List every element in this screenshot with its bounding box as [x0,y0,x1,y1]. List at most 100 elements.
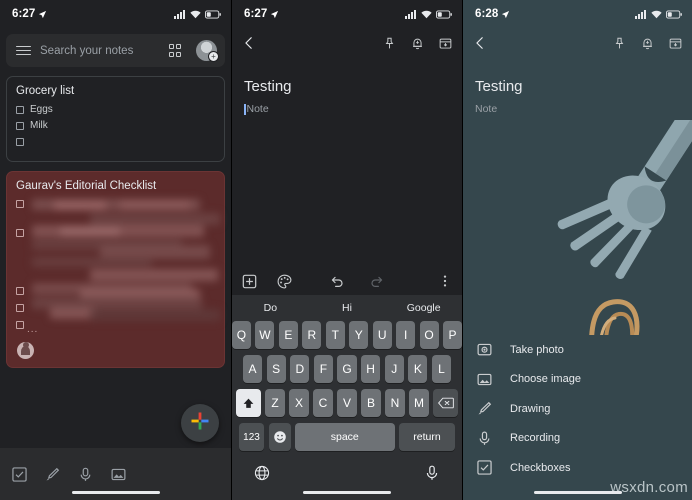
wifi-icon [190,10,201,19]
search-input[interactable]: Search your notes [40,45,160,57]
checkbox-icon[interactable] [16,137,24,146]
note-card-grocery[interactable]: Grocery list Eggs Milk [6,76,225,162]
checkbox-icon[interactable] [16,199,24,208]
pin-icon[interactable] [383,37,396,50]
account-avatar-icon[interactable]: + [196,40,219,62]
signal-bars-icon [174,9,186,19]
menu-item-choose-image[interactable]: Choose image [463,365,692,395]
shift-key-icon[interactable] [235,389,261,417]
checkbox-icon [477,460,492,475]
archive-icon[interactable] [669,37,682,50]
status-bar: 6:27 [0,0,231,28]
status-time-group: 6:27 [244,8,279,20]
key-g[interactable]: G [337,355,357,383]
voice-input-icon[interactable] [424,465,440,481]
checklist-item[interactable] [16,198,24,209]
overflow-menu-icon[interactable] [438,274,452,288]
checkbox-icon[interactable] [16,286,24,295]
checklist-item[interactable] [16,136,215,147]
key-i[interactable]: I [396,321,416,349]
brush-icon [477,401,492,416]
key-j[interactable]: J [384,355,404,383]
key-p[interactable]: P [443,321,462,349]
key-h[interactable]: H [361,355,381,383]
hamburger-menu-icon[interactable] [16,45,31,56]
key-v[interactable]: V [337,389,357,417]
numbers-key[interactable]: 123 [239,423,264,451]
reminder-bell-icon[interactable] [411,37,424,50]
suggestion-0[interactable]: Do [232,302,309,314]
note-title: Gaurav's Editorial Checklist [16,180,157,192]
key-m[interactable]: M [409,389,429,417]
checkbox-icon[interactable] [16,121,24,130]
signal-bars-icon [405,9,417,19]
key-x[interactable]: X [289,389,309,417]
redacted-checklist-items[interactable] [16,198,24,335]
key-f[interactable]: F [313,355,333,383]
globe-language-icon[interactable] [254,465,270,481]
key-b[interactable]: B [361,389,381,417]
note-title[interactable]: Testing [463,58,692,95]
backspace-key-icon[interactable] [433,389,459,417]
space-key[interactable]: space [295,423,395,451]
new-drawing-icon[interactable] [45,467,60,482]
undo-icon[interactable] [330,274,345,289]
new-note-fab[interactable] [181,404,219,442]
redacted-note-content [30,197,220,345]
home-indicator [533,490,622,494]
grid-view-icon[interactable] [168,44,181,57]
checklist-item[interactable] [16,285,24,296]
checkbox-icon[interactable] [16,303,24,312]
key-t[interactable]: T [325,321,345,349]
key-z[interactable]: Z [265,389,285,417]
editor-top-bar [463,28,692,58]
suggestion-1[interactable]: Hi [309,302,386,314]
status-time: 6:28 [475,8,499,20]
add-attachment-icon[interactable] [242,274,257,289]
checklist-item[interactable]: Milk [16,120,215,131]
menu-item-recording[interactable]: Recording [463,424,692,454]
key-u[interactable]: U [372,321,392,349]
emoji-key-icon[interactable] [268,423,291,451]
back-arrow-icon[interactable] [473,36,487,50]
key-n[interactable]: N [385,389,405,417]
watermark: wsxdn.com [610,479,688,496]
new-recording-icon[interactable] [78,467,93,482]
search-bar[interactable]: Search your notes + [6,34,225,67]
return-key[interactable]: return [399,423,455,451]
note-card-editorial[interactable]: Gaurav's Editorial Checklist ... [6,171,225,368]
avatar-add-badge: + [211,52,216,61]
key-s[interactable]: S [266,355,286,383]
checkbox-icon[interactable] [16,105,24,114]
new-image-icon[interactable] [111,467,126,482]
color-palette-icon[interactable] [277,274,292,289]
key-l[interactable]: L [431,355,451,383]
key-r[interactable]: R [302,321,322,349]
key-c[interactable]: C [313,389,333,417]
key-q[interactable]: Q [232,321,251,349]
back-arrow-icon[interactable] [242,36,256,50]
checkbox-icon[interactable] [16,320,24,329]
key-a[interactable]: A [243,355,263,383]
new-checklist-icon[interactable] [12,466,27,482]
menu-item-take-photo[interactable]: Take photo [463,335,692,365]
key-e[interactable]: E [278,321,298,349]
key-w[interactable]: W [255,321,275,349]
key-y[interactable]: Y [349,321,369,349]
checklist-item[interactable] [16,319,24,330]
note-body-field[interactable]: Note [232,95,462,115]
note-title[interactable]: Testing [232,58,462,95]
checklist-item[interactable]: Eggs [16,104,215,115]
key-o[interactable]: O [419,321,439,349]
pin-icon[interactable] [613,37,626,50]
checklist-item[interactable] [16,227,24,238]
checkbox-icon[interactable] [16,228,24,237]
note-body-field[interactable]: Note [463,95,692,115]
menu-item-drawing[interactable]: Drawing [463,394,692,424]
checklist-item[interactable] [16,302,24,313]
key-k[interactable]: K [408,355,428,383]
key-d[interactable]: D [290,355,310,383]
archive-icon[interactable] [439,37,452,50]
reminder-bell-icon[interactable] [641,37,654,50]
suggestion-2[interactable]: Google [385,302,462,314]
